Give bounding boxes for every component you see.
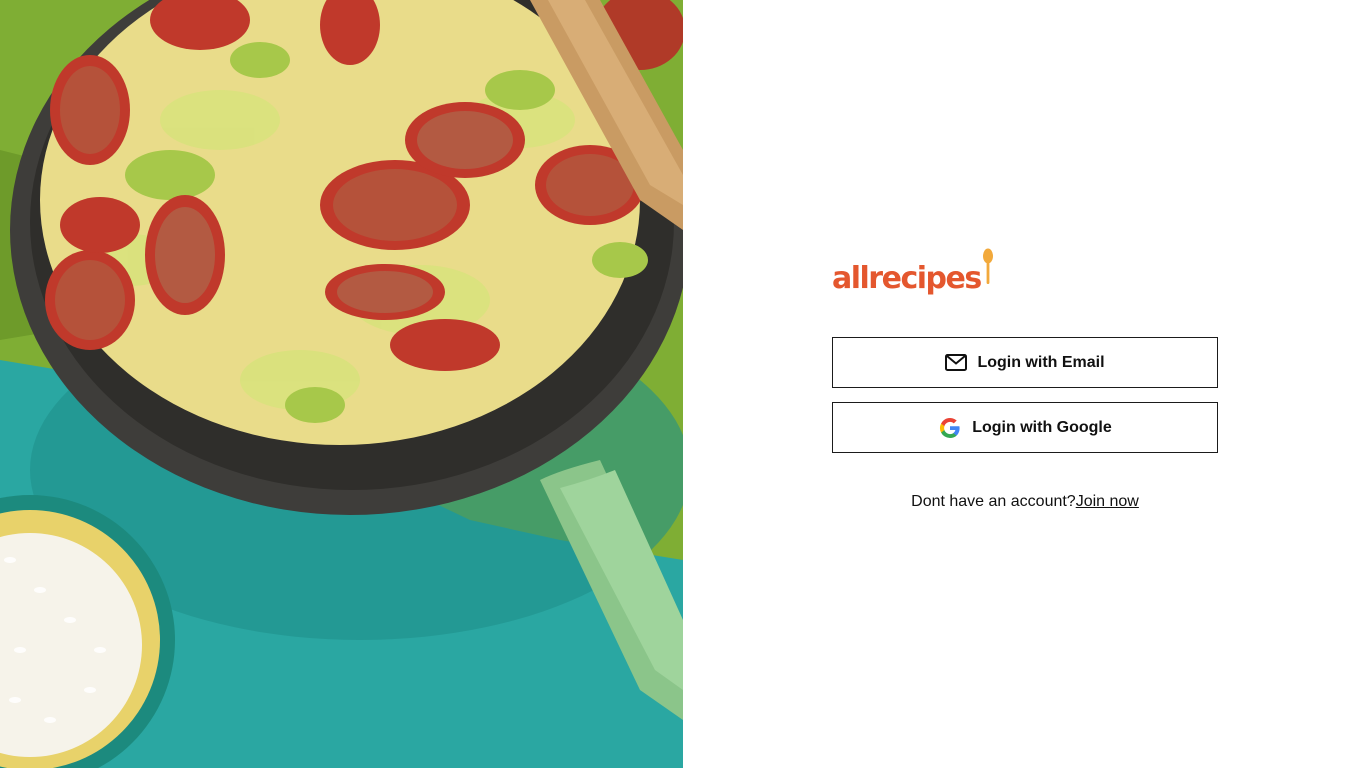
login-with-email-button[interactable]: Login with Email <box>832 337 1218 388</box>
food-photo <box>0 0 683 768</box>
allrecipes-logo[interactable]: allrecipes <box>832 248 994 296</box>
spoon-icon <box>982 248 994 291</box>
google-g-icon <box>938 416 962 440</box>
signup-prompt-text: Dont have an account? <box>911 493 1076 510</box>
login-panel: allrecipes Login with Email Login with G… <box>683 0 1366 768</box>
logo-wordmark: allrecipes <box>832 261 982 296</box>
hero-food-image <box>0 0 683 768</box>
login-with-google-label: Login with Google <box>972 418 1112 436</box>
signup-prompt: Dont have an account?Join now <box>832 493 1218 511</box>
envelope-icon <box>945 354 968 371</box>
login-with-email-label: Login with Email <box>977 353 1105 371</box>
login-with-google-button[interactable]: Login with Google <box>832 402 1218 453</box>
join-now-link[interactable]: Join now <box>1076 493 1139 510</box>
